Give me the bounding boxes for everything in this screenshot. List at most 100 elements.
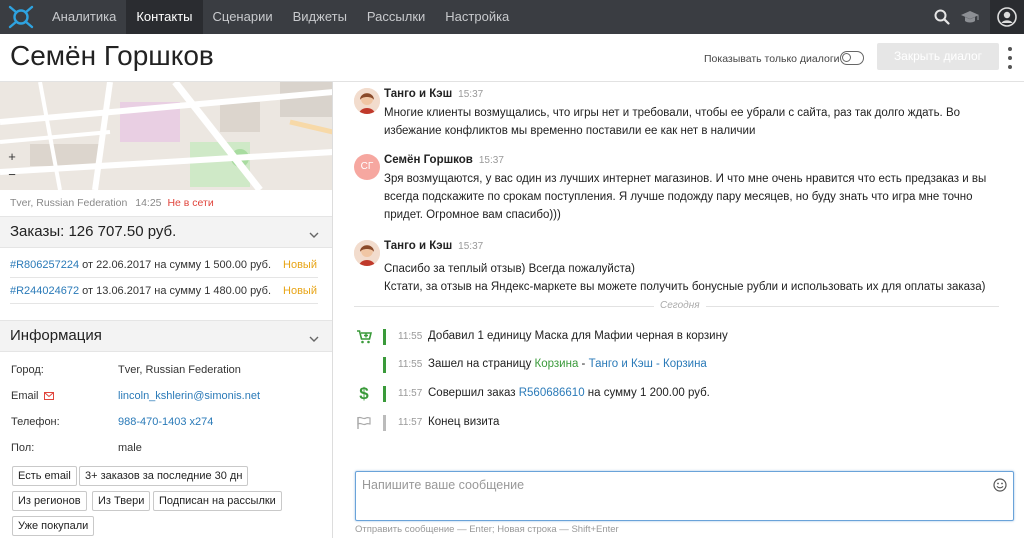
author-name: Танго и Кэш — [384, 88, 453, 100]
message-time: 15:37 — [458, 241, 484, 252]
dialogs-only-toggle[interactable] — [840, 51, 864, 65]
info-value-phone[interactable]: 988-470-1403 x274 — [118, 416, 213, 428]
nav-item-scenarios[interactable]: Сценарии — [203, 0, 283, 34]
event-text-part: Добавил 1 единицу Маска для Мафии черная… — [428, 330, 728, 342]
segment-tag[interactable]: 3+ заказов за последние 30 дн — [79, 466, 249, 486]
chevron-down-icon[interactable] — [309, 227, 319, 241]
order-row: #R806257224 от 22.06.2017 на сумму 1 500… — [10, 252, 318, 278]
page-title: Семён Горшков — [10, 40, 214, 71]
info-title: Информация — [10, 327, 102, 344]
map-zoom-controls: + − — [4, 148, 20, 184]
message-line: избежание конфликтов мы временно постави… — [384, 125, 756, 137]
message-line: Зря возмущаются, у вас один из лучших ин… — [384, 173, 987, 185]
message-text: Многие клиенты возмущались, что игры нет… — [384, 104, 960, 140]
author-name: Танго и Кэш — [384, 240, 453, 252]
top-navigation: Аналитика Контакты Сценарии Виджеты Расс… — [0, 0, 1024, 34]
event-bar — [383, 415, 386, 431]
emoji-icon[interactable] — [993, 478, 1007, 495]
nav-item-contacts[interactable]: Контакты — [126, 0, 203, 34]
event-text: Зашел на страницу Корзина - Танго и Кэш … — [428, 358, 707, 370]
email-label: Email — [11, 390, 39, 402]
event-text-part: Совершил заказ — [428, 387, 519, 399]
order-status: Новый — [283, 259, 317, 271]
cart-add-icon — [356, 329, 372, 345]
event-time: 11:55 — [398, 331, 423, 342]
dialogs-only-label: Показывать только диалоги — [704, 53, 840, 65]
zoom-out-button[interactable]: − — [4, 166, 20, 184]
flag-icon — [356, 415, 372, 431]
message-author: Семён Горшков 15:37 — [384, 154, 504, 166]
event-bar — [383, 386, 386, 402]
user-avatar-icon[interactable] — [990, 0, 1024, 34]
event-text-part: Конец визита — [428, 416, 500, 428]
message-text: Спасибо за теплый отзыв) Всегда пожалуйс… — [384, 260, 985, 296]
event-time: 11:57 — [398, 417, 423, 428]
close-dialog-button[interactable]: Закрыть диалог — [877, 43, 999, 70]
order-link[interactable]: #R806257224 — [10, 259, 79, 271]
segment-tag[interactable]: Уже покупали — [12, 516, 95, 536]
info-label-email: Email — [11, 390, 54, 402]
contact-avatar: СГ — [354, 154, 380, 180]
nav-item-settings[interactable]: Настройка — [435, 0, 519, 34]
operator-avatar — [354, 88, 380, 114]
info-value-city: Tver, Russian Federation — [118, 364, 241, 376]
event-bar — [383, 329, 386, 345]
message-line: всегда подскажите по срокам поступления.… — [384, 191, 973, 203]
order-details: от 13.06.2017 на сумму 1 480.00 руб. — [79, 285, 272, 297]
author-name: Семён Горшков — [384, 154, 473, 166]
event-link: Корзина — [534, 358, 579, 370]
contact-sidebar: + − Tver, Russian Federation 14:25 Не в … — [0, 82, 333, 538]
nav-item-analytics[interactable]: Аналитика — [42, 0, 126, 34]
info-section-header[interactable]: Информация — [0, 320, 332, 352]
segment-tag[interactable]: Из регионов — [12, 491, 87, 511]
location-place: Tver, Russian Federation — [10, 197, 128, 209]
segment-tag[interactable]: Есть email — [12, 466, 77, 486]
orders-section-header[interactable]: Заказы: 126 707.50 руб. — [0, 216, 332, 248]
operator-avatar — [354, 240, 380, 266]
event-time: 11:57 — [398, 388, 423, 399]
event-text-part: Зашел на страницу — [428, 358, 535, 370]
location-line: Tver, Russian Federation 14:25 Не в сети — [10, 197, 214, 209]
event-link[interactable]: R560686610 — [519, 387, 585, 399]
search-icon[interactable] — [928, 0, 956, 34]
event-bar — [383, 357, 386, 373]
contact-header: Семён Горшков Показывать только диалоги … — [0, 34, 1024, 82]
event-link[interactable]: Танго и Кэш - Корзина — [589, 358, 707, 370]
order-row: #R244024672 от 13.06.2017 на сумму 1 480… — [10, 278, 318, 304]
event-text: Конец визита — [428, 416, 499, 428]
app-logo-icon[interactable] — [0, 0, 42, 34]
message-time: 15:37 — [458, 89, 484, 100]
info-value-gender: male — [118, 442, 142, 454]
nav-right — [928, 0, 1024, 34]
message-composer[interactable] — [355, 471, 1014, 521]
nav-menu: Аналитика Контакты Сценарии Виджеты Расс… — [42, 0, 519, 34]
message-input[interactable] — [362, 478, 982, 492]
toggle-knob — [842, 53, 851, 62]
message-text: Зря возмущаются, у вас один из лучших ин… — [384, 170, 986, 224]
order-link[interactable]: #R244024672 — [10, 285, 79, 297]
composer-hint: Отправить сообщение — Enter; Новая строк… — [355, 524, 619, 535]
info-value-email[interactable]: lincoln_kshlerin@simonis.net — [118, 390, 260, 402]
message-line: придет. Огромное вам спасибо))) — [384, 209, 561, 221]
day-divider-label: Сегодня — [654, 300, 706, 311]
orders-title: Заказы: 126 707.50 руб. — [10, 223, 177, 240]
message-line: Многие клиенты возмущались, что игры нет… — [384, 107, 961, 119]
event-text: Совершил заказ R560686610 на сумму 1 200… — [428, 387, 710, 399]
segment-tag[interactable]: Подписан на рассылки — [153, 491, 282, 511]
info-label-gender: Пол: — [11, 442, 35, 454]
location-time: 14:25 — [135, 197, 162, 209]
location-map[interactable]: + − — [0, 82, 332, 190]
message-time: 15:37 — [478, 155, 504, 166]
chevron-down-icon[interactable] — [309, 331, 319, 345]
nav-item-mailings[interactable]: Рассылки — [357, 0, 435, 34]
event-time: 11:55 — [398, 359, 423, 370]
nav-item-widgets[interactable]: Виджеты — [283, 0, 357, 34]
message-line: Кстати, за отзыв на Яндекс-маркете вы мо… — [384, 281, 986, 293]
more-menu-icon[interactable] — [1007, 47, 1013, 69]
zoom-in-button[interactable]: + — [4, 148, 20, 166]
order-details: от 22.06.2017 на сумму 1 500.00 руб. — [79, 259, 272, 271]
event-text-part: - — [578, 358, 589, 370]
graduation-cap-icon[interactable] — [956, 0, 984, 34]
segment-tag[interactable]: Из Твери — [92, 491, 151, 511]
online-status: Не в сети — [167, 197, 214, 209]
